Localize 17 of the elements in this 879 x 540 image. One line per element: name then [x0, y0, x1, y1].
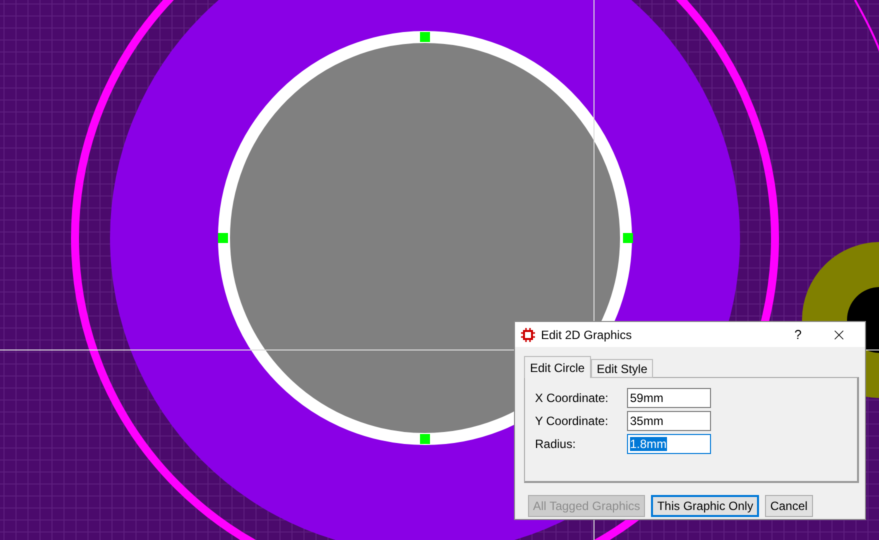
field-label: X Coordinate:	[535, 390, 610, 407]
handle-icon[interactable]	[420, 434, 430, 444]
chip-icon	[521, 328, 535, 342]
tab[interactable]: Edit Circle	[524, 356, 591, 378]
dialog-title: Edit 2D Graphics	[541, 328, 633, 342]
handle-icon[interactable]	[218, 233, 228, 243]
tab[interactable]: Edit Style	[590, 359, 654, 378]
input-field[interactable]: 59mm	[627, 388, 711, 408]
dialog-button[interactable]: Cancel	[765, 495, 813, 517]
dialog-button[interactable]: This Graphic Only	[651, 495, 760, 517]
handle-icon[interactable]	[420, 32, 430, 42]
field-label: Y Coordinate:	[535, 413, 610, 430]
input-field[interactable]: 1.8mm	[627, 434, 711, 454]
help-button[interactable]: ?	[783, 327, 813, 342]
input-field[interactable]: 35mm	[627, 411, 711, 431]
field-label: Radius:	[535, 436, 577, 453]
handle-icon[interactable]	[623, 233, 633, 243]
